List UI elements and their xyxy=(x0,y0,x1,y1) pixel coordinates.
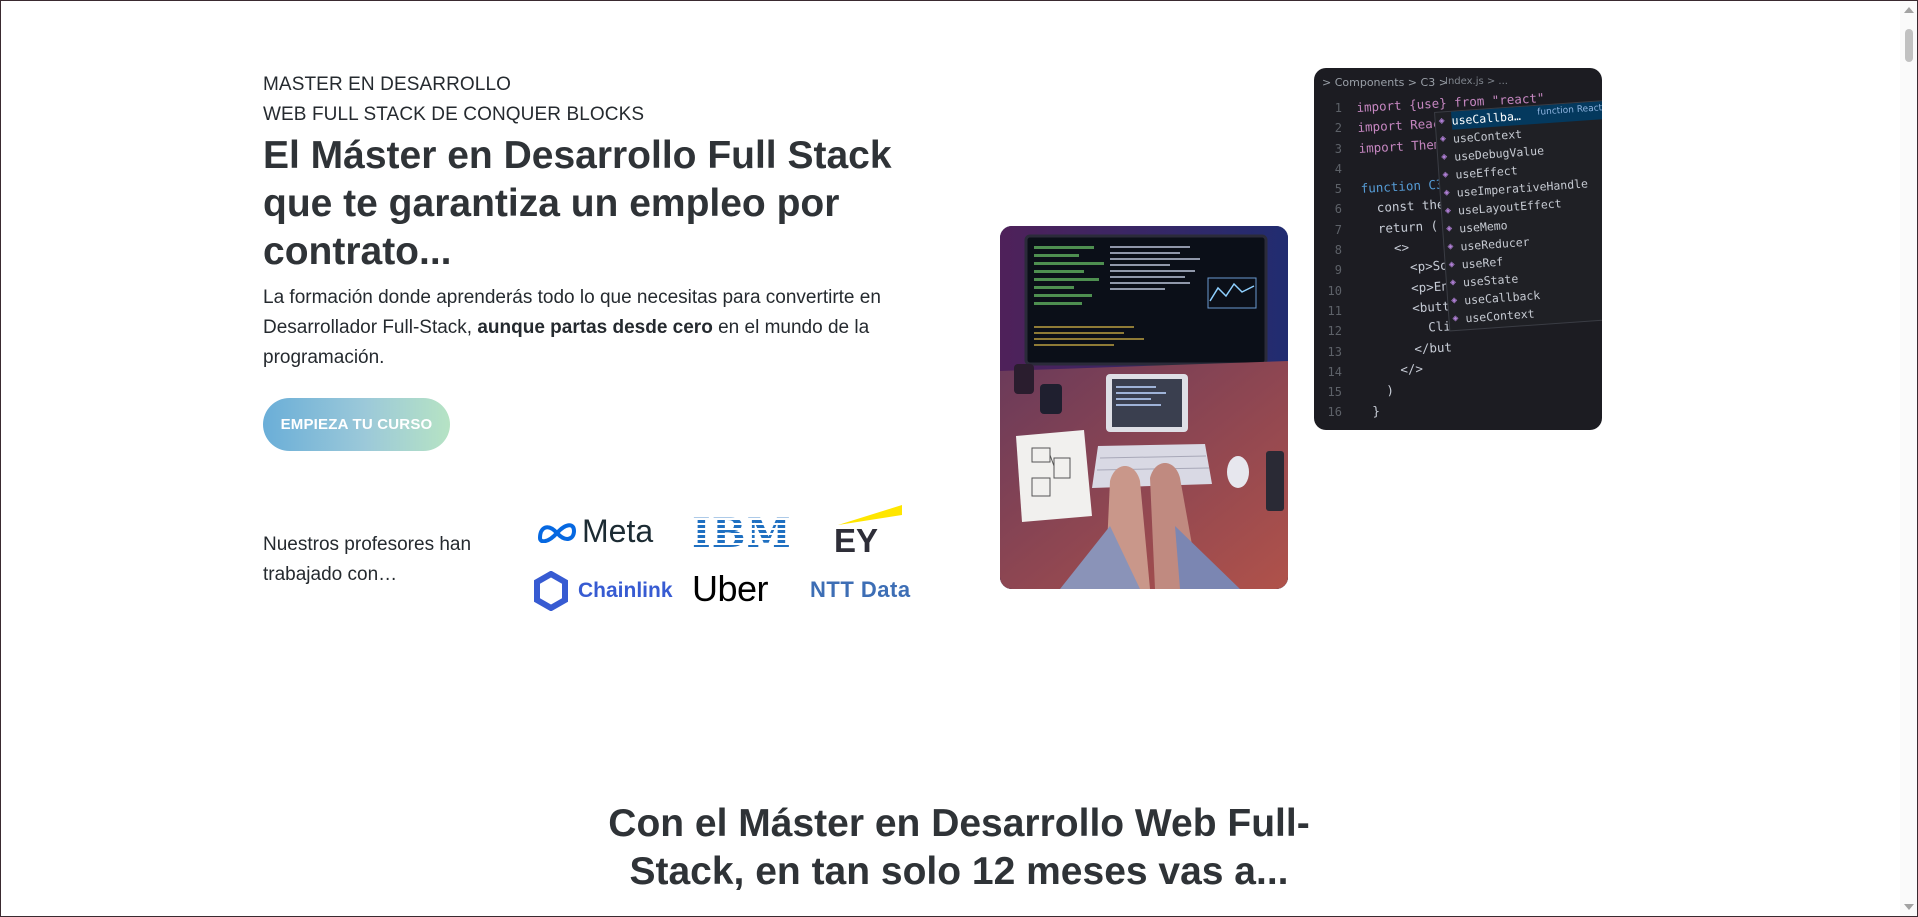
editor-line-number: 15 xyxy=(1327,385,1342,400)
editor-line-number: 1 xyxy=(1334,101,1342,115)
section-title: Con el Máster en Desarrollo Web Full-Sta… xyxy=(608,802,1310,893)
hero-title: El Máster en Desarrollo Full Stack que t… xyxy=(263,134,892,273)
editor-line-number: 16 xyxy=(1327,405,1342,420)
meta-logo: Meta xyxy=(536,513,653,550)
hero-description-bold: aunque partas desde cero xyxy=(477,317,713,338)
cube-icon: ◈ xyxy=(1442,169,1449,181)
editor-line-number: 12 xyxy=(1327,324,1342,339)
editor-line-number: 14 xyxy=(1327,364,1342,379)
editor-line-numbers: 1 2 3 4 5 6 7 8 9 10 11 12 13 14 15 16 xyxy=(1320,98,1342,423)
professors-worked-with-text: Nuestros profesores han trabajado con… xyxy=(263,534,472,585)
cube-icon: ◈ xyxy=(1450,294,1458,307)
chainlink-hexagon-icon xyxy=(534,571,568,611)
meta-logo-text: Meta xyxy=(582,513,654,549)
course-eyebrow: MASTER EN DESARROLLO WEB FULL STACK DE C… xyxy=(263,70,644,130)
editor-line-number: 8 xyxy=(1334,243,1342,258)
code-editor-image: > Components > C3 > Index.js > ... 12345… xyxy=(1314,68,1602,430)
scroll-up-arrow-icon[interactable] xyxy=(1904,7,1914,13)
scroll-thumb[interactable] xyxy=(1905,29,1913,62)
editor-line-number: 4 xyxy=(1334,161,1342,176)
scroll-down-arrow-icon[interactable] xyxy=(1904,904,1914,910)
editor-line-number: 9 xyxy=(1334,263,1342,278)
page-scrollbar[interactable] xyxy=(1900,1,1917,916)
cube-icon: ◈ xyxy=(1439,133,1447,145)
cube-icon: ◈ xyxy=(1452,312,1459,325)
ntt-data-logo: NTT Data xyxy=(810,577,911,602)
cube-icon: ◈ xyxy=(1449,276,1457,289)
ey-logo: EY xyxy=(834,505,904,560)
editor-breadcrumb: > Components > C3 > xyxy=(1322,76,1448,89)
developer-workspace-image xyxy=(1000,226,1288,589)
cube-icon: ◈ xyxy=(1440,151,1448,163)
eyebrow-line-2: WEB FULL STACK DE CONQUER BLOCKS xyxy=(263,104,645,125)
start-course-button[interactable]: EMPIEZA TU CURSO xyxy=(263,398,450,451)
cube-icon: ◈ xyxy=(1443,187,1451,199)
editor-line-number: 13 xyxy=(1327,344,1342,359)
editor-line-number: 2 xyxy=(1334,121,1342,136)
cube-icon: ◈ xyxy=(1445,223,1453,235)
uber-logo: Uber xyxy=(692,568,769,609)
cube-icon: ◈ xyxy=(1438,115,1446,127)
editor-line-number: 7 xyxy=(1334,222,1342,237)
editor-line-number: 6 xyxy=(1334,202,1342,217)
ibm-logo: IBM xyxy=(692,510,792,557)
cube-icon: ◈ xyxy=(1444,205,1452,217)
editor-line-number: 5 xyxy=(1334,182,1342,197)
meta-infinity-icon xyxy=(537,522,577,543)
autocomplete-popup: useCallba… ◈ useContext ◈ useDebugValue ◈ useE… xyxy=(1434,99,1602,332)
editor-line-number: 11 xyxy=(1327,303,1342,318)
eyebrow-line-1: MASTER EN DESARROLLO xyxy=(263,74,511,95)
editor-line-number: 3 xyxy=(1334,141,1342,156)
cube-icon: ◈ xyxy=(1448,258,1456,271)
autocomplete-suggestions: useCallba… ◈ useContext ◈ useDebugValue ◈ useE… xyxy=(1435,100,1602,329)
ey-logo-text: EY xyxy=(834,522,879,559)
editor-line-number: 10 xyxy=(1327,283,1342,298)
editor-file-name: Index.js > ... xyxy=(1445,76,1508,87)
chainlink-logo: Chainlink xyxy=(533,571,673,611)
hero-description: La formación donde aprenderás todo lo qu… xyxy=(263,283,953,373)
cube-icon: ◈ xyxy=(1447,240,1454,253)
chainlink-logo-text: Chainlink xyxy=(578,579,673,602)
